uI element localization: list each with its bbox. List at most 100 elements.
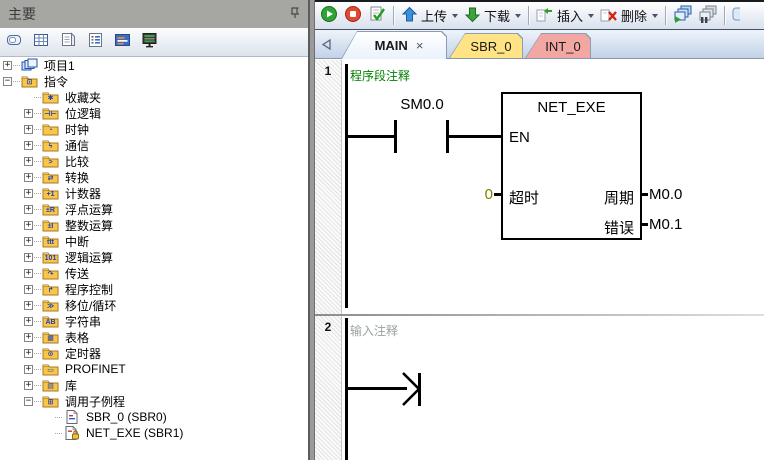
tree-item-label: 表格	[65, 330, 90, 345]
grid-view-button[interactable]	[32, 33, 50, 51]
output2-operand[interactable]: M0.1	[649, 216, 682, 233]
run-button[interactable]	[317, 4, 341, 27]
program-status-button[interactable]	[670, 4, 695, 27]
network-2-number[interactable]: 2	[315, 320, 341, 334]
tree-item[interactable]: − ⊡ 指令	[0, 73, 308, 89]
monitor-view-icon	[141, 32, 158, 53]
tree-item[interactable]: + ▦ 表格	[0, 329, 308, 345]
document-view-button[interactable]	[59, 31, 77, 51]
tree-item[interactable]: + AB 字符串	[0, 313, 308, 329]
expand-plus-icon[interactable]: +	[24, 204, 33, 214]
toolbar-separator	[724, 6, 726, 25]
contact-operand[interactable]: SM0.0	[379, 96, 465, 113]
tree-item[interactable]: NET_EXE (SBR1)	[0, 425, 308, 441]
expand-plus-icon[interactable]: +	[24, 348, 33, 358]
tree-item[interactable]: − ⊞ 调用子例程	[0, 393, 308, 409]
panel-title: 主要	[8, 6, 36, 22]
expand-plus-icon[interactable]: +	[24, 108, 33, 118]
expand-plus-icon[interactable]: +	[24, 332, 33, 342]
compile-button[interactable]	[365, 4, 389, 27]
block-view-button[interactable]	[113, 33, 131, 51]
delete-button[interactable]: 删除	[597, 5, 661, 27]
expand-plus-icon[interactable]: +	[24, 364, 33, 374]
expand-placeholder	[24, 93, 33, 102]
folder-icon: ⊙	[42, 346, 59, 360]
tree-connector	[13, 64, 20, 66]
expand-plus-icon[interactable]: +	[24, 268, 33, 278]
block-view-icon	[114, 32, 131, 53]
tab-scroll-left-button[interactable]	[319, 37, 333, 51]
monitor-view-button[interactable]	[140, 32, 158, 53]
output1-operand[interactable]: M0.0	[649, 186, 682, 203]
folder-icon: ▦	[42, 330, 59, 344]
tab-sbr_0[interactable]: SBR_0	[449, 33, 523, 58]
tree-item[interactable]: + ϟ 通信	[0, 137, 308, 153]
frame-view-button[interactable]	[5, 33, 23, 51]
download-button[interactable]: 下载	[461, 5, 524, 27]
dropdown-caret-icon[interactable]	[515, 13, 522, 18]
tree-item-label: 逻辑运算	[65, 250, 114, 265]
list-view-button[interactable]	[86, 32, 104, 51]
tree-connector	[55, 416, 62, 418]
expand-plus-icon[interactable]: +	[24, 188, 33, 198]
function-block[interactable]: NET_EXE EN 超时 周期 错误	[501, 92, 642, 240]
block-input-value[interactable]: 0	[473, 186, 493, 203]
tree-connector	[34, 304, 41, 306]
delete-icon	[600, 6, 618, 26]
tree-item[interactable]: + ±R 浮点运算	[0, 201, 308, 217]
network-2-comment[interactable]: 输入注释	[350, 322, 398, 339]
collapse-minus-icon[interactable]: −	[3, 76, 12, 86]
expand-plus-icon[interactable]: +	[24, 156, 33, 166]
tree-item[interactable]: + ↱ 程序控制	[0, 281, 308, 297]
tree-item[interactable]: SBR_0 (SBR0)	[0, 409, 308, 425]
network-1-number[interactable]: 1	[315, 64, 341, 78]
tree-item[interactable]: + ▤ 库	[0, 377, 308, 393]
tree-item[interactable]: + ttt 中断	[0, 233, 308, 249]
pause-status-button[interactable]	[695, 4, 720, 27]
download-button-label: 下载	[484, 9, 511, 24]
dropdown-caret-icon[interactable]	[452, 13, 459, 18]
tree-item[interactable]: + > 比较	[0, 153, 308, 169]
clipped-button[interactable]	[729, 4, 743, 27]
tree-item[interactable]: + ⊣⊢ 位逻辑	[0, 105, 308, 121]
tree-item[interactable]: + +1 计数器	[0, 185, 308, 201]
tree-item[interactable]: + ↷ 传送	[0, 265, 308, 281]
tab-main[interactable]: MAIN ×	[341, 31, 447, 59]
expand-plus-icon[interactable]: +	[24, 236, 33, 246]
dropdown-caret-icon[interactable]	[588, 13, 595, 18]
tree-item[interactable]: + ▭ PROFINET	[0, 361, 308, 377]
expand-plus-icon[interactable]: +	[24, 124, 33, 134]
tree-item[interactable]: + ≫ 移位/循环	[0, 297, 308, 313]
folder-icon: ▤	[42, 378, 59, 392]
expand-plus-icon[interactable]: +	[24, 220, 33, 230]
stop-button[interactable]	[341, 4, 365, 27]
insert-button[interactable]: 插入	[533, 5, 597, 27]
tree-item[interactable]: + ⇄ 转换	[0, 169, 308, 185]
expand-plus-icon[interactable]: +	[24, 316, 33, 326]
tree-connector	[34, 192, 41, 194]
expand-plus-icon[interactable]: +	[24, 172, 33, 182]
tree-item[interactable]: + ⊙ 定时器	[0, 345, 308, 361]
tab-close-icon[interactable]: ×	[416, 39, 424, 52]
tree-item[interactable]: + ±I 整数运算	[0, 217, 308, 233]
dropdown-caret-icon[interactable]	[652, 13, 659, 18]
ladder-editor[interactable]: 1 程序段注释 SM0.0 NET_EXE EN 超时 周期 错误 0 M0.0…	[315, 60, 764, 460]
panel-splitter[interactable]	[308, 0, 315, 460]
power-rail-1	[345, 64, 348, 308]
expand-plus-icon[interactable]: +	[24, 252, 33, 262]
open-branch-arrow-icon[interactable]	[399, 370, 425, 410]
expand-plus-icon[interactable]: +	[24, 284, 33, 294]
collapse-minus-icon[interactable]: −	[24, 396, 33, 406]
network-1-comment[interactable]: 程序段注释	[350, 67, 410, 84]
expand-plus-icon[interactable]: +	[24, 380, 33, 390]
pin-icon[interactable]	[290, 6, 300, 22]
tree-item[interactable]: + ◔ 时钟	[0, 121, 308, 137]
tree-item[interactable]: +101 逻辑运算	[0, 249, 308, 265]
upload-button[interactable]: 上传	[398, 5, 461, 27]
tree-item[interactable]: ✱ 收藏夹	[0, 89, 308, 105]
expand-plus-icon[interactable]: +	[24, 300, 33, 310]
tab-int_0[interactable]: INT_0	[525, 33, 591, 58]
tree-item[interactable]: + 项目1	[0, 57, 308, 73]
expand-plus-icon[interactable]: +	[24, 140, 33, 150]
expand-plus-icon[interactable]: +	[3, 60, 12, 70]
